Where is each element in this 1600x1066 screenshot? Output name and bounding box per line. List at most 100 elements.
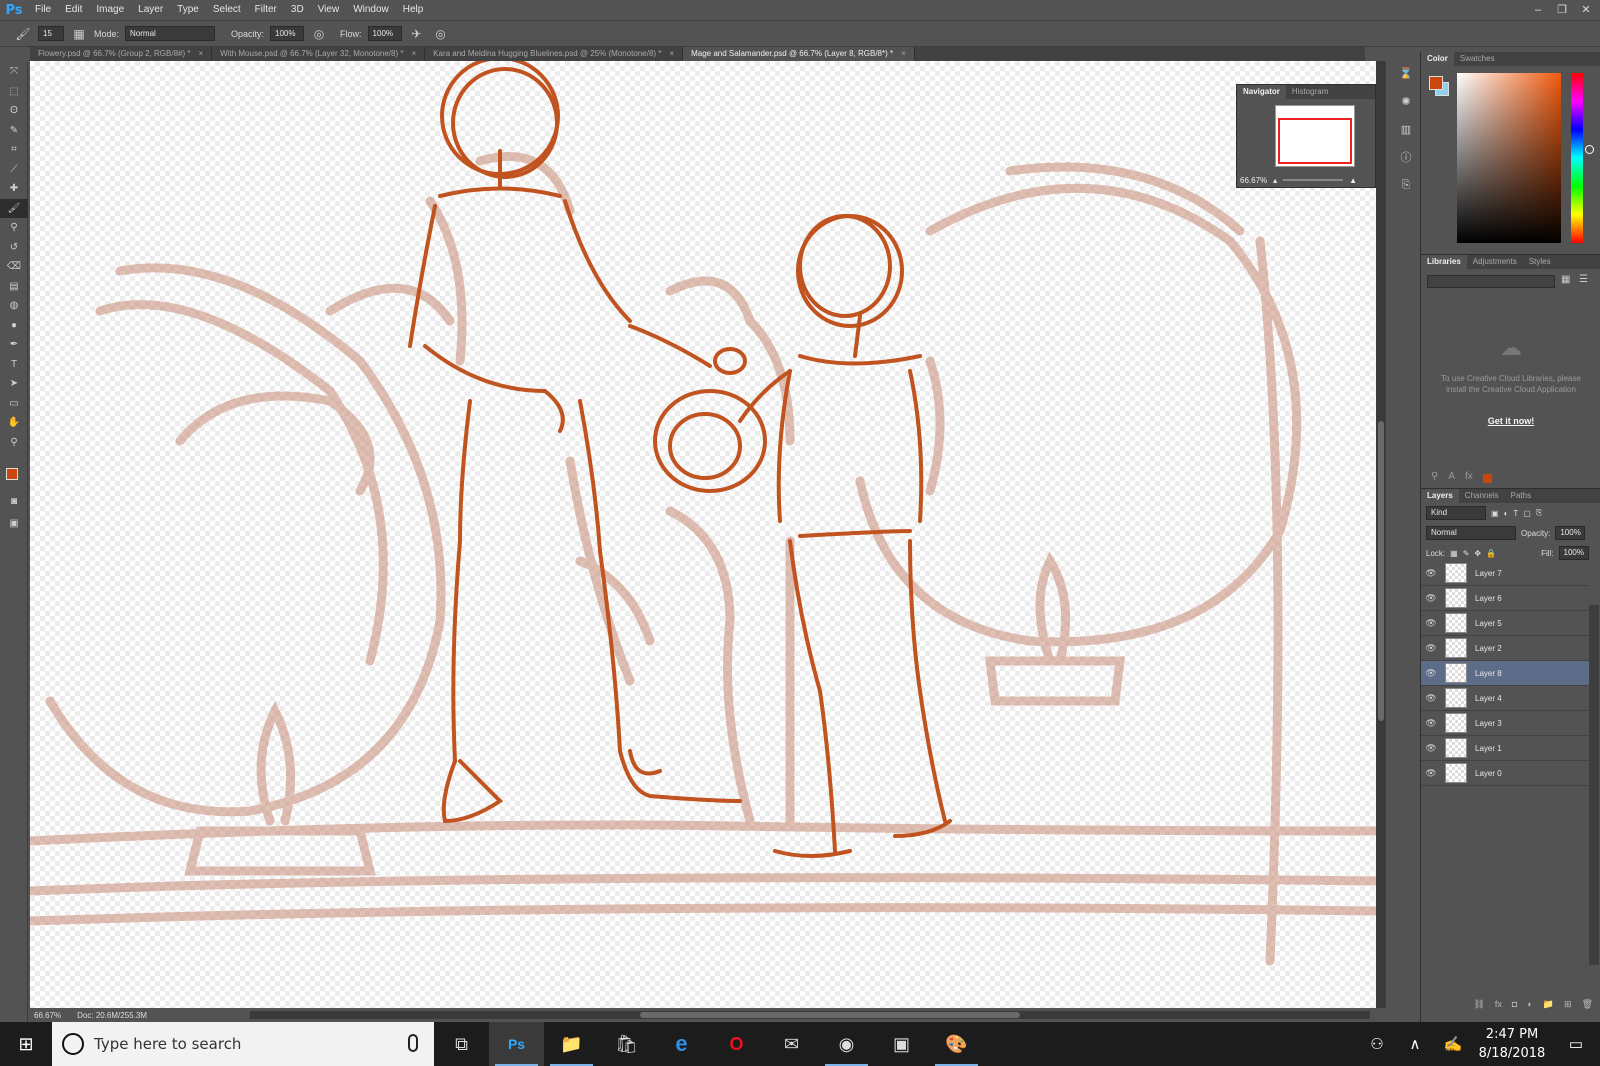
layer-row[interactable]: 👁 Layer 0 [1421,761,1589,786]
add-character-style-icon[interactable]: A [1448,471,1455,482]
paint-app-icon[interactable]: 🎨 [929,1022,984,1066]
layers-scrollbar[interactable] [1589,605,1599,965]
filter-smart-object-icon[interactable]: ⎘ [1536,508,1542,518]
layer-row[interactable]: 👁 Layer 4 [1421,686,1589,711]
email-app-icon[interactable]: ✉ [764,1022,819,1066]
status-zoom[interactable]: 66.67% [34,1011,61,1020]
layer-name[interactable]: Layer 1 [1475,744,1502,753]
color-swatches[interactable] [6,468,23,490]
file-explorer-icon[interactable]: 📁 [544,1022,599,1066]
layer-filter-select[interactable]: Kind [1426,506,1486,520]
quick-mask-icon[interactable]: ◙ [0,492,28,512]
menu-window[interactable]: Window [346,0,396,20]
opacity-field[interactable]: 100% [270,26,305,41]
airbrush-icon[interactable]: ✈ [408,25,426,43]
delete-layer-icon[interactable]: 🗑 [1582,999,1593,1013]
visibility-eye-icon[interactable]: 👁 [1421,643,1441,654]
clock[interactable]: 2:47 PM 8/18/2018 [1472,1025,1552,1063]
visibility-eye-icon[interactable]: 👁 [1421,668,1441,679]
layer-blend-mode-select[interactable]: Normal [1426,526,1516,540]
vertical-scrollbar[interactable] [1376,61,1386,1008]
menu-3d[interactable]: 3D [284,0,311,20]
tab-histogram[interactable]: Histogram [1286,85,1334,99]
library-dropdown[interactable] [1427,275,1555,288]
menu-image[interactable]: Image [89,0,131,20]
layer-name[interactable]: Layer 8 [1475,669,1502,678]
tab-close-icon[interactable]: × [901,47,906,61]
path-select-icon[interactable]: ➤ [0,374,28,394]
zoom-slider[interactable] [1283,179,1344,181]
dodge-icon[interactable]: ● [0,316,28,336]
show-hidden-icons-icon[interactable]: ∧ [1396,1035,1434,1053]
grid-view-icon[interactable]: ▦ [1561,274,1570,285]
screen-mode-icon[interactable]: ▣ [0,514,28,534]
adjustment-layer-icon[interactable]: ◐ [1527,999,1532,1013]
lock-all-icon[interactable]: 🔒 [1486,549,1496,558]
crop-icon[interactable]: ⌗ [0,140,28,160]
new-layer-icon[interactable]: ⊞ [1564,999,1572,1013]
brush-size-field[interactable]: 15 [38,26,64,41]
lasso-icon[interactable]: ʘ [0,101,28,121]
add-layer-style-icon[interactable]: fx [1465,471,1473,482]
remote-desktop-icon[interactable]: ▣ [874,1022,929,1066]
task-view-icon[interactable]: ⧉ [434,1022,489,1066]
menu-file[interactable]: File [28,0,58,20]
tab-color[interactable]: Color [1421,52,1454,66]
mode-select[interactable]: Normal [125,26,216,41]
color-field[interactable] [1457,73,1594,243]
tab-close-icon[interactable]: × [669,47,674,61]
layer-name[interactable]: Layer 6 [1475,594,1502,603]
eyedropper-icon[interactable]: ⟋ [0,160,28,180]
move-icon[interactable]: ⤧ [0,62,28,82]
list-view-icon[interactable]: ☰ [1579,274,1588,285]
eraser-icon[interactable]: ⌫ [0,257,28,277]
color-picker-cursor[interactable] [1585,145,1594,154]
tab-layers[interactable]: Layers [1421,489,1459,503]
chrome-icon[interactable]: ◉ [819,1022,874,1066]
history-brush-icon[interactable]: ↺ [0,238,28,258]
flow-field[interactable]: 100% [367,26,402,41]
opera-icon[interactable]: O [709,1022,764,1066]
zoom-icon[interactable]: ⚲ [0,433,28,453]
histogram-icon[interactable]: ▥ [1395,118,1417,140]
document-tab[interactable]: Mage and Salamander.psd @ 66.7% (Layer 8… [683,47,915,61]
fill-field[interactable]: 100% [1558,546,1589,560]
document-tab[interactable]: Flowery.psd @ 66.7% (Group 2, RGB/8#) * × [30,47,213,61]
layer-mask-icon[interactable]: ◘ [1512,999,1517,1013]
link-layers-icon[interactable]: ⛓ [1473,999,1484,1013]
navigator-thumbnail[interactable] [1275,105,1355,167]
minimize-button[interactable]: – [1530,3,1546,17]
blur-icon[interactable]: ◍ [0,296,28,316]
new-group-icon[interactable]: 📁 [1543,999,1554,1013]
zoom-out-icon[interactable]: ▴ [1273,176,1277,185]
menu-select[interactable]: Select [206,0,248,20]
type-icon[interactable]: T [0,355,28,375]
photoshop-icon[interactable]: Ps [489,1022,544,1066]
layer-thumbnail[interactable] [1445,713,1467,733]
menu-type[interactable]: Type [170,0,206,20]
pressure-opacity-icon[interactable]: ◎ [310,25,328,43]
filter-type-icon[interactable]: T [1513,509,1518,518]
visibility-eye-icon[interactable]: 👁 [1421,618,1441,629]
document-tab[interactable]: Kara and Meldina Hugging Bluelines.psd @… [425,47,684,61]
taskbar-search[interactable]: Type here to search [52,1022,434,1066]
tab-close-icon[interactable]: × [198,47,203,61]
lock-transparent-icon[interactable]: ▦ [1450,549,1458,558]
hand-icon[interactable]: ✋ [0,413,28,433]
quick-select-icon[interactable]: ✎ [0,121,28,141]
layer-row[interactable]: 👁 Layer 1 [1421,736,1589,761]
layer-name[interactable]: Layer 5 [1475,619,1502,628]
tab-adjustments[interactable]: Adjustments [1467,255,1523,269]
filter-shape-icon[interactable]: ▢ [1523,509,1531,518]
layer-thumbnail[interactable] [1445,663,1467,683]
gradient-icon[interactable]: ▤ [0,277,28,297]
menu-layer[interactable]: Layer [131,0,170,20]
layer-row[interactable]: 👁 Layer 6 [1421,586,1589,611]
lock-position-icon[interactable]: ✥ [1474,549,1481,558]
menu-filter[interactable]: Filter [248,0,284,20]
layer-thumbnail[interactable] [1445,588,1467,608]
layer-row[interactable]: 👁 Layer 7 [1421,561,1589,586]
people-icon[interactable]: ⚇ [1358,1035,1396,1053]
brush-icon[interactable]: 🖌 [0,198,28,218]
layer-row[interactable]: 👁 Layer 2 [1421,636,1589,661]
